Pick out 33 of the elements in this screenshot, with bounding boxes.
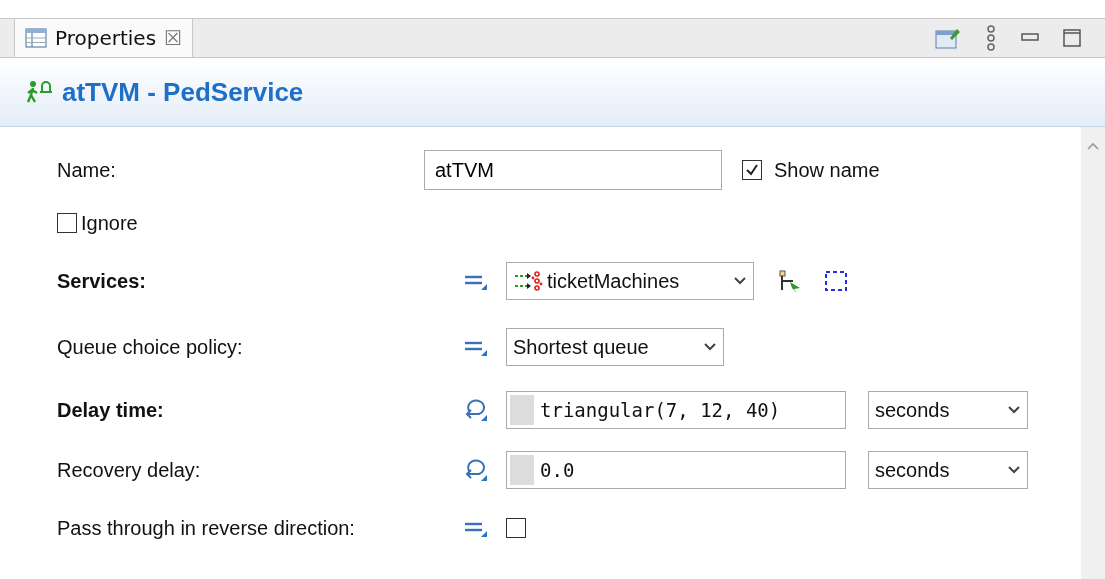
table-icon	[25, 28, 47, 48]
caret-icon	[1007, 405, 1021, 415]
checkbox-label: Ignore	[81, 211, 138, 235]
property-label: Queue choice policy:	[57, 335, 244, 359]
selection-icon[interactable]	[824, 270, 848, 292]
dropdown[interactable]: ticketMachines	[506, 262, 754, 300]
close-button[interactable]: ☒	[164, 26, 182, 50]
caret-icon	[703, 342, 717, 352]
expression-field[interactable]: triangular(7, 12, 40)	[506, 391, 846, 429]
property-label: Recovery delay:	[57, 458, 202, 482]
maximize-icon[interactable]	[1063, 29, 1081, 47]
pin-icon[interactable]	[935, 26, 961, 50]
checkbox-label: Show name	[774, 158, 880, 182]
services-icon	[513, 271, 543, 291]
show-name-checkbox[interactable]	[742, 160, 762, 180]
more-icon[interactable]	[985, 25, 997, 51]
property-label: Pass through in reverse direction:	[57, 516, 356, 540]
pedestrian-icon	[26, 80, 54, 104]
unit-dropdown[interactable]: seconds	[868, 451, 1028, 489]
reverse-checkbox[interactable]	[506, 518, 526, 538]
dropdown[interactable]: Shortest queue	[506, 328, 724, 366]
caret-icon	[1007, 465, 1021, 475]
minimize-icon[interactable]	[1021, 33, 1039, 43]
caret-icon	[733, 276, 747, 286]
block-title: atTVM - PedService	[62, 76, 304, 108]
property-label: Services:	[57, 269, 147, 293]
property-label: Delay time:	[57, 398, 165, 422]
name-field[interactable]: atTVM	[424, 150, 722, 190]
expression-field[interactable]: 0.0	[506, 451, 846, 489]
unit-dropdown[interactable]: seconds	[868, 391, 1028, 429]
ignore-checkbox[interactable]	[57, 213, 77, 233]
properties-tab[interactable]: Properties ☒	[14, 19, 193, 57]
scrollbar[interactable]	[1081, 127, 1105, 579]
